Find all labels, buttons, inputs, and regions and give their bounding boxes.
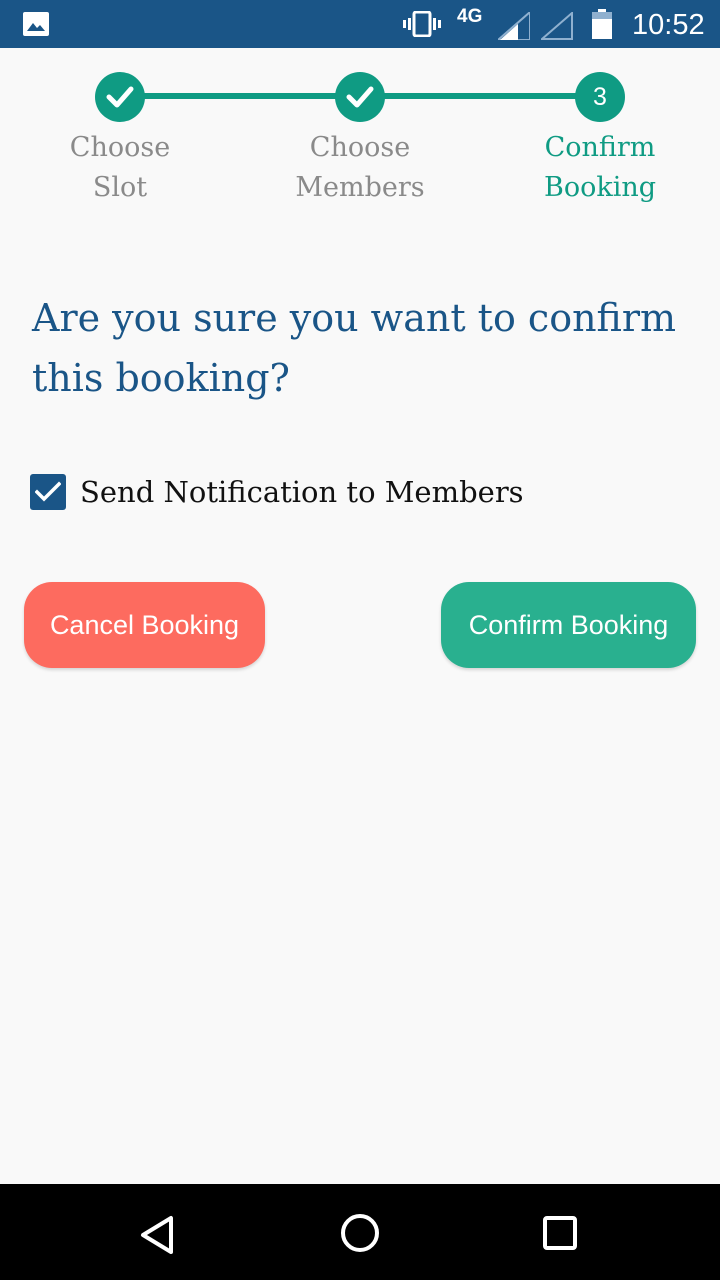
home-icon[interactable] bbox=[335, 1210, 385, 1260]
step-label-choose-slot: Choose Slot bbox=[69, 132, 171, 203]
system-nav-bar bbox=[0, 1184, 720, 1280]
check-icon bbox=[106, 86, 134, 108]
cancel-booking-button[interactable]: Cancel Booking bbox=[24, 582, 265, 668]
status-bar: 4G 10:52 bbox=[0, 0, 720, 48]
step-3-indicator: 3 bbox=[575, 72, 625, 122]
confirm-booking-button[interactable]: Confirm Booking bbox=[441, 582, 696, 668]
step-label-choose-members: Choose Members bbox=[295, 132, 425, 203]
step-connector bbox=[360, 93, 600, 99]
signal-empty-icon bbox=[541, 12, 573, 40]
notification-checkbox-label[interactable]: Send Notification to Members bbox=[80, 472, 524, 512]
step-2-indicator bbox=[335, 72, 385, 122]
step-connector bbox=[120, 93, 360, 99]
notification-checkbox-row[interactable]: Send Notification to Members bbox=[30, 474, 590, 510]
battery-icon bbox=[592, 9, 612, 39]
confirm-question: Are you sure you want to confirm this bo… bbox=[32, 296, 677, 400]
step-label-confirm-booking: Confirm Booking bbox=[543, 132, 657, 203]
vibrate-icon bbox=[403, 11, 441, 37]
signal-icon bbox=[498, 12, 530, 40]
image-icon bbox=[23, 12, 49, 36]
network-type: 4G bbox=[457, 6, 483, 27]
step-number: 3 bbox=[593, 83, 607, 111]
booking-stepper: 3 Choose Slot Choose Members Confirm Boo… bbox=[0, 48, 720, 218]
check-icon bbox=[346, 86, 374, 108]
check-icon bbox=[35, 481, 61, 502]
recent-apps-icon[interactable] bbox=[535, 1210, 585, 1260]
step-1-indicator bbox=[95, 72, 145, 122]
clock: 10:52 bbox=[632, 9, 705, 41]
back-icon[interactable] bbox=[135, 1210, 185, 1260]
notification-checkbox[interactable] bbox=[30, 474, 66, 510]
